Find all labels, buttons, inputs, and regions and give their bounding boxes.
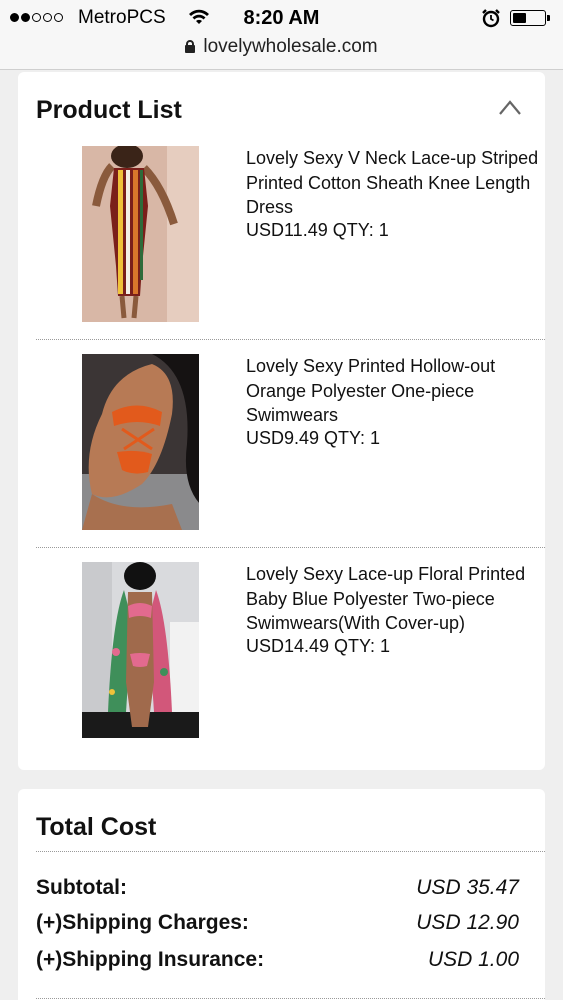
total-cost-card: Total Cost Subtotal: USD 35.47 (+)Shippi… bbox=[18, 789, 545, 1000]
product-item[interactable]: Lovely Sexy Lace-up Floral Printed Baby … bbox=[36, 562, 545, 768]
shipping-charges-label: (+)Shipping Charges: bbox=[36, 911, 249, 934]
alarm-clock-icon bbox=[482, 9, 500, 28]
battery-level bbox=[513, 13, 527, 23]
total-cost-title: Total Cost bbox=[36, 813, 157, 841]
shipping-charges-row: (+)Shipping Charges: USD 12.90 bbox=[36, 911, 519, 941]
product-item[interactable]: Lovely Sexy V Neck Lace-up Striped Print… bbox=[36, 146, 545, 352]
battery-tip bbox=[547, 15, 550, 21]
clock: 8:20 AM bbox=[243, 7, 320, 29]
divider bbox=[36, 339, 545, 340]
divider bbox=[36, 547, 545, 548]
product-image-dress[interactable] bbox=[82, 146, 199, 322]
status-bar: MetroPCS 8:20 AM bbox=[0, 0, 563, 36]
product-image-swimwear-orange[interactable] bbox=[82, 354, 199, 530]
subtotal-row: Subtotal: USD 35.47 bbox=[36, 876, 519, 906]
product-name[interactable]: Lovely Sexy V Neck Lace-up Striped Print… bbox=[246, 146, 546, 220]
product-name[interactable]: Lovely Sexy Lace-up Floral Printed Baby … bbox=[246, 562, 546, 636]
product-name[interactable]: Lovely Sexy Printed Hollow-out Orange Po… bbox=[246, 354, 546, 428]
product-price-qty: USD11.49 QTY: 1 bbox=[246, 220, 389, 240]
browser-top-bar: MetroPCS 8:20 AM lovelywholesale.com bbox=[0, 0, 563, 70]
shipping-charges-value: USD 12.90 bbox=[416, 911, 519, 934]
shipping-insurance-value: USD 1.00 bbox=[427, 948, 519, 971]
url-text[interactable]: lovelywholesale.com bbox=[203, 36, 377, 57]
address-bar[interactable]: lovelywholesale.com bbox=[0, 36, 563, 58]
product-item[interactable]: Lovely Sexy Printed Hollow-out Orange Po… bbox=[36, 354, 545, 560]
shipping-insurance-row: (+)Shipping Insurance: USD 1.00 bbox=[36, 948, 519, 978]
battery-icon bbox=[510, 10, 546, 26]
product-list-title: Product List bbox=[36, 96, 182, 124]
divider bbox=[36, 851, 545, 852]
lock-icon bbox=[185, 40, 196, 53]
divider bbox=[36, 998, 545, 999]
product-price-qty: USD14.49 QTY: 1 bbox=[246, 636, 391, 656]
chevron-up-icon[interactable] bbox=[497, 97, 523, 119]
subtotal-label: Subtotal: bbox=[36, 876, 127, 899]
subtotal-value: USD 35.47 bbox=[416, 876, 519, 899]
shipping-insurance-label: (+)Shipping Insurance: bbox=[36, 948, 265, 971]
product-image-swimwear-floral[interactable] bbox=[82, 562, 199, 738]
product-price-qty: USD9.49 QTY: 1 bbox=[246, 428, 381, 448]
product-list-card: Product List Lovely Sexy V Neck Lace-up … bbox=[18, 72, 545, 770]
